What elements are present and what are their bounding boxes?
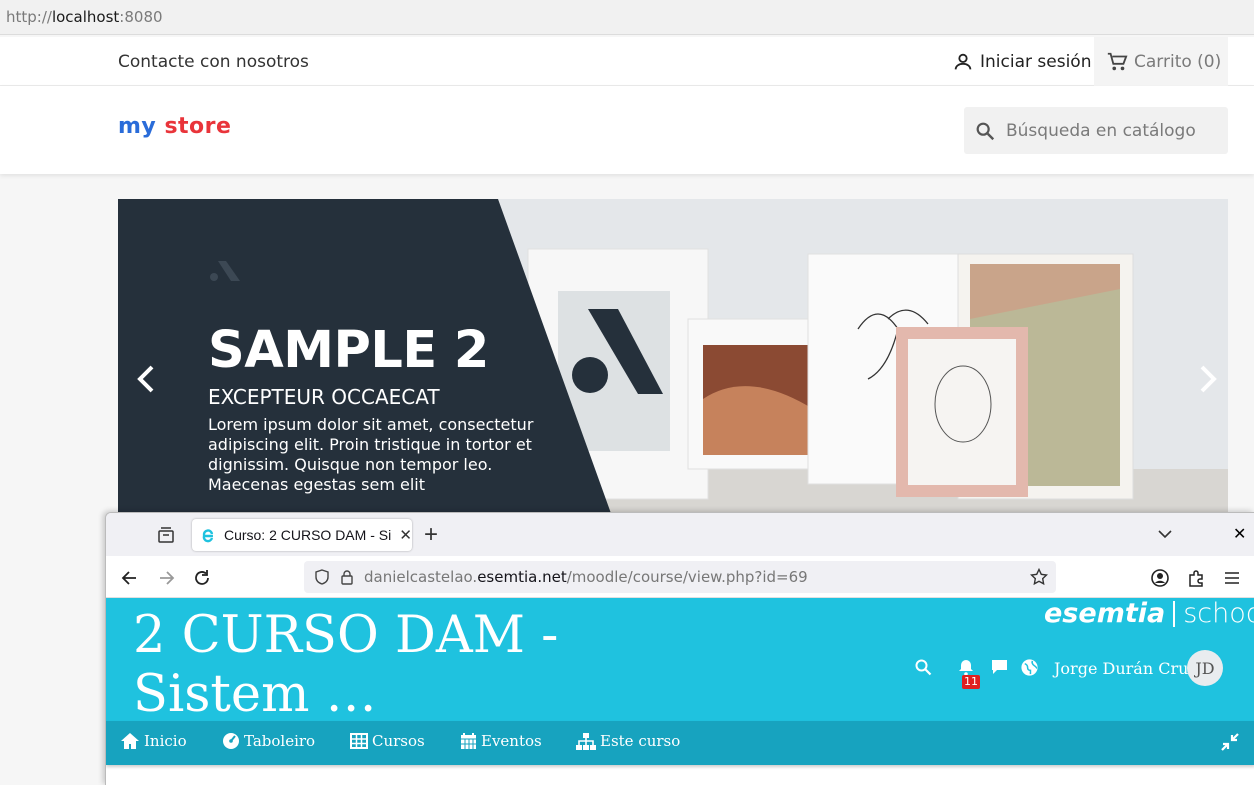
store-logo[interactable]: my store [118, 114, 231, 139]
nav-label-taboleiro: Taboleiro [244, 732, 316, 750]
carousel-next-arrow[interactable] [1192, 361, 1222, 397]
nav-label-eventos: Eventos [481, 732, 542, 750]
cart-label: Carrito (0) [1134, 51, 1222, 72]
grid-icon [350, 733, 368, 749]
store-header: my store [0, 86, 1254, 174]
tab-title: Curso: 2 CURSO DAM - Sistemas [223, 527, 392, 543]
address-bar[interactable]: danielcastelao.esemtia.net/moodle/course… [304, 561, 1056, 593]
reload-icon[interactable] [192, 568, 212, 588]
globe-icon[interactable] [1020, 658, 1039, 677]
search-icon[interactable] [914, 658, 932, 676]
url-scheme: http:// [6, 8, 52, 26]
course-nav: Inicio Taboleiro Cursos Eventos Este cur… [106, 721, 1254, 765]
slide-subtitle: EXCEPTEUR OCCAECAT [208, 385, 440, 409]
brand-name: esemtia [1044, 598, 1166, 629]
account-icon[interactable] [1150, 568, 1170, 588]
calendar-icon [461, 733, 476, 749]
bookmark-star-icon[interactable] [1030, 568, 1048, 586]
avatar[interactable]: JD [1187, 650, 1223, 686]
url-port: :8080 [119, 8, 163, 26]
esemtia-favicon-icon [202, 529, 214, 543]
brand-suffix: school [1183, 598, 1254, 629]
tab-close-icon[interactable]: ✕ [399, 526, 412, 544]
inner-browser-window: Curso: 2 CURSO DAM - Sistemas ✕ + ✕ dani… [105, 512, 1254, 785]
nav-item-este-curso[interactable]: Este curso [576, 732, 680, 750]
nav-toolbar: danielcastelao.esemtia.net/moodle/course… [106, 556, 1254, 598]
esemtia-brand: esemtia school [1044, 598, 1254, 629]
tab-list-icon[interactable] [156, 525, 176, 545]
nav-item-taboleiro[interactable]: Taboleiro [222, 732, 315, 750]
cart-icon [1107, 52, 1128, 70]
back-icon[interactable] [120, 568, 140, 588]
store-top-bar: Contacte con nosotros Iniciar sesión Car… [0, 37, 1254, 86]
extensions-icon[interactable] [1186, 568, 1206, 588]
bell-icon[interactable] [957, 658, 975, 676]
lock-icon[interactable] [340, 569, 354, 585]
nav-label-cursos: Cursos [372, 732, 425, 750]
nav-label-inicio: Inicio [144, 732, 187, 750]
tab-bar: Curso: 2 CURSO DAM - Sistemas ✕ + ✕ [106, 513, 1254, 556]
menu-icon[interactable] [1222, 568, 1242, 588]
shield-icon[interactable] [314, 569, 330, 585]
url-domain: esemtia.net [477, 568, 567, 586]
logo-word-store: store [164, 114, 232, 139]
compress-icon[interactable] [1220, 732, 1240, 752]
url-host: localhost [51, 8, 120, 26]
chevron-down-icon[interactable] [1156, 525, 1174, 543]
catalog-search[interactable] [964, 107, 1228, 154]
slide-text: Lorem ipsum dolor sit amet, consectetur … [208, 415, 534, 494]
login-label: Iniciar sesión [980, 52, 1092, 72]
nav-item-cursos[interactable]: Cursos [350, 732, 425, 750]
url-text: danielcastelao.esemtia.net/moodle/course… [364, 568, 808, 586]
sitemap-icon [576, 732, 596, 750]
user-name[interactable]: Jorge Durán Cruz [1054, 659, 1197, 678]
hero-carousel: SAMPLE 2 EXCEPTEUR OCCAECAT Lorem ipsum … [118, 199, 1228, 519]
search-input[interactable] [1006, 120, 1206, 141]
home-icon [121, 733, 139, 749]
login-link[interactable]: Iniciar sesión [952, 51, 1091, 73]
contact-link[interactable]: Contacte con nosotros [118, 52, 309, 72]
user-icon [954, 53, 972, 70]
chat-icon[interactable] [990, 658, 1009, 676]
nav-item-inicio[interactable]: Inicio [120, 732, 187, 750]
brand-separator [1173, 600, 1176, 627]
nav-label-este-curso: Este curso [600, 732, 681, 750]
carousel-prev-arrow[interactable] [132, 361, 162, 397]
forward-icon[interactable] [156, 568, 176, 588]
logo-word-my: my [118, 114, 157, 139]
outer-url-bar[interactable]: http://localhost:8080 [0, 0, 1254, 35]
new-tab-icon[interactable]: + [424, 521, 438, 549]
nav-item-eventos[interactable]: Eventos [460, 732, 542, 750]
search-icon [976, 122, 995, 140]
cart-button[interactable]: Carrito (0) [1094, 37, 1228, 86]
course-header: 2 CURSO DAM - Sistem … esemtia school 11… [106, 598, 1254, 724]
course-title: 2 CURSO DAM - Sistem … [133, 606, 559, 724]
slide-title: SAMPLE 2 [208, 321, 489, 380]
dashboard-icon [223, 733, 239, 749]
window-close-icon[interactable]: ✕ [1233, 524, 1246, 544]
url-path: /moodle/course/view.php?id=69 [566, 568, 808, 586]
notification-badge: 11 [962, 675, 980, 689]
url-prefix: danielcastelao. [364, 568, 478, 586]
active-tab[interactable]: Curso: 2 CURSO DAM - Sistemas ✕ [192, 519, 412, 551]
